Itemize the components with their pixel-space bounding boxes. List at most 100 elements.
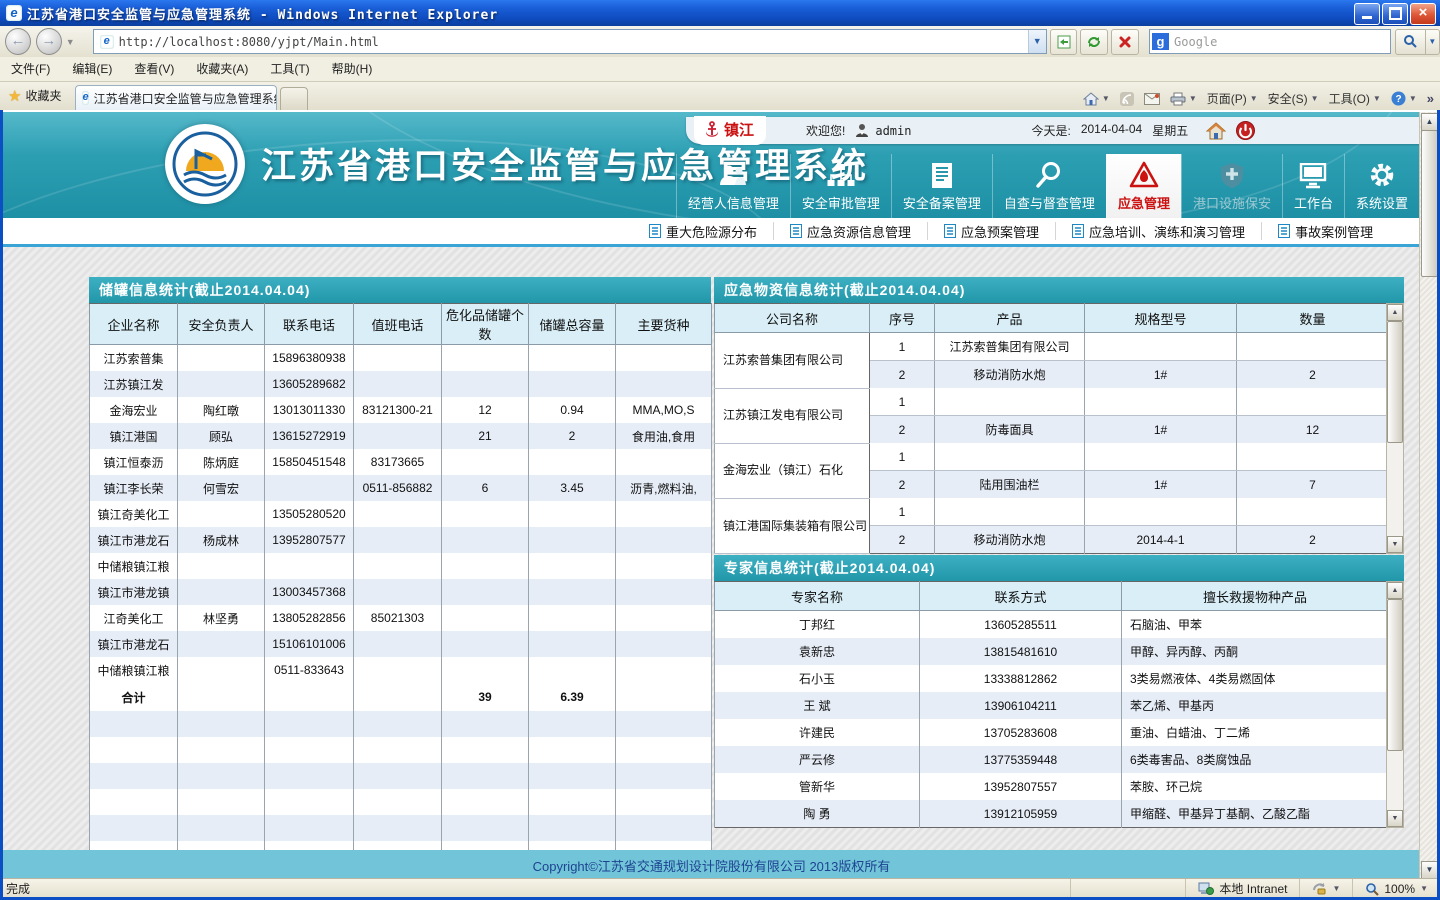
search-box[interactable]: g Google [1149,29,1391,54]
overflow-chevron-icon[interactable]: » [1427,91,1434,106]
scroll-down-icon[interactable]: ▼ [1387,536,1403,553]
url-text[interactable]: http://localhost:8080/yjpt/Main.html [119,35,1028,49]
scroll-up-icon[interactable]: ▲ [1421,113,1437,131]
forward-button[interactable]: → [36,28,62,55]
stop-button[interactable] [1111,29,1139,55]
cell-cargo: 食用油,食用 [616,423,712,449]
print-button[interactable]: ▼ [1170,92,1197,106]
page-menu-button[interactable]: 页面(P) ▼ [1207,90,1258,107]
experts-panel-title: 专家信息统计(截止2014.04.04) [714,555,1404,581]
table-row: 镇江市港龙镇 13003457368 [90,579,712,605]
cell-capacity [529,371,616,397]
nav-safety-approval[interactable]: 安全审批管理 [790,154,891,218]
menu-view[interactable]: 查看(V) [123,57,185,81]
home-button[interactable]: ▼ [1083,92,1110,106]
submenu-emergency-resources[interactable]: 应急资源信息管理 [774,222,928,240]
cell-products: 苯乙烯、甲基丙 [1122,692,1389,719]
protected-mode-button[interactable]: ▼ [1299,879,1352,898]
supplies-scrollbar[interactable]: ▲ ▼ [1386,303,1404,554]
cell-spec [1085,498,1237,526]
mail-button[interactable] [1144,93,1160,105]
compatibility-view-button[interactable] [1050,29,1078,55]
cell-spec [1085,388,1237,416]
browser-window: e 江苏省港口安全监管与应急管理系统 - Windows Internet Ex… [0,0,1440,900]
cell-tank-count [442,449,529,475]
tools-menu-button[interactable]: 工具(O) ▼ [1329,90,1381,107]
favorites-star-icon[interactable]: ★ [8,87,21,105]
cell-company: 江苏镇江发 [90,371,178,397]
search-dropdown-icon[interactable]: ▼ [1426,29,1440,55]
nav-system-settings[interactable]: 系统设置 [1344,154,1420,218]
scrollbar-thumb[interactable] [1387,321,1403,443]
nav-safety-filing[interactable]: 安全备案管理 [891,154,992,218]
table-row: 管新华 13952807557 苯胺、环己烷 [715,773,1389,800]
cell-seq: 1 [870,333,935,361]
nav-operator-info[interactable]: 经营人信息管理 [676,154,790,218]
address-dropdown-icon[interactable]: ▼ [1028,30,1046,53]
submenu-training-drills[interactable]: 应急培训、演练和演习管理 [1056,222,1262,240]
nav-self-inspection[interactable]: 自查与督查管理 [992,154,1106,218]
refresh-button[interactable] [1080,29,1108,55]
col-header: 主要货种 [616,304,712,345]
menu-favorites[interactable]: 收藏夹(A) [185,57,259,81]
submenu-emergency-plans[interactable]: 应急预案管理 [928,222,1056,240]
port-logo [165,124,245,204]
new-tab-stub[interactable] [280,87,308,110]
restore-button[interactable] [1382,3,1408,25]
address-bar[interactable]: e http://localhost:8080/yjpt/Main.html ▼ [93,29,1047,54]
page-scrollbar[interactable]: ▲ ▼ [1419,112,1437,880]
zoom-control[interactable]: 100% ▼ [1352,879,1440,898]
back-button[interactable]: ← [5,28,31,55]
zoom-dropdown-icon[interactable]: ▼ [1420,884,1428,893]
minimize-button[interactable] [1354,3,1380,25]
home-dropdown-icon[interactable]: ▼ [1102,94,1110,103]
table-row: 陶 勇 13912105959 甲缩醛、甲基异丁基酮、乙酸乙酯 [715,800,1389,828]
magnifier-icon [1035,159,1063,189]
feeds-button[interactable] [1120,92,1134,106]
nav-emergency-management[interactable]: 应急管理 [1106,154,1181,218]
scroll-down-icon[interactable]: ▼ [1387,810,1403,827]
cell-cargo [616,579,712,605]
refresh-icon [1086,34,1102,50]
cell-company: 江奇美化工 [90,605,178,631]
cell-spec: 1# [1085,471,1237,499]
home-shortcut-button[interactable] [1206,122,1226,140]
scrollbar-thumb[interactable] [1387,599,1403,751]
nav-workbench[interactable]: 工作台 [1282,154,1344,218]
protected-dropdown-icon[interactable]: ▼ [1332,884,1340,893]
scroll-up-icon[interactable]: ▲ [1387,582,1403,599]
cell-qty [1237,498,1389,526]
status-text: 完成 [0,880,1070,897]
page-footer: Copyright©江苏省交通规划设计院股份有限公司 2013版权所有 [3,850,1420,880]
col-header: 公司名称 [715,304,870,333]
menu-tools[interactable]: 工具(T) [259,57,320,81]
help-button[interactable]: ? ▼ [1391,91,1417,106]
cell-qty: 2 [1237,526,1389,554]
print-dropdown-icon[interactable]: ▼ [1189,94,1197,103]
cell-company: 镇江市港龙镇 [90,579,178,605]
operators-icon [718,159,748,189]
safety-menu-button[interactable]: 安全(S) ▼ [1268,90,1319,107]
menu-edit[interactable]: 编辑(E) [61,57,123,81]
nav-port-facility-security[interactable]: 港口设施保安 [1181,154,1282,218]
favorites-label[interactable]: 收藏夹 [25,87,61,104]
search-button[interactable] [1395,29,1426,55]
scroll-down-icon[interactable]: ▼ [1421,861,1437,879]
browser-tab[interactable]: e 江苏省港口安全监管与应急管理系统 [75,85,277,110]
menu-file[interactable]: 文件(F) [0,57,61,81]
history-dropdown-icon[interactable]: ▼ [66,37,75,47]
scrollbar-thumb[interactable] [1421,130,1437,277]
menu-help[interactable]: 帮助(H) [321,57,384,81]
empty-row [90,763,712,789]
submenu-hazard-distribution[interactable]: 重大危险源分布 [633,222,774,240]
cell-expert-name: 石小玉 [715,665,920,692]
cell-expert-name: 管新华 [715,773,920,800]
cell-officer: 何雪宏 [178,475,265,501]
nav-label: 应急管理 [1118,193,1170,212]
scroll-up-icon[interactable]: ▲ [1387,304,1403,321]
logout-button[interactable] [1236,121,1255,140]
submenu-accident-cases[interactable]: 事故案例管理 [1262,222,1389,240]
cell-company: 镇江奇美化工 [90,501,178,527]
experts-scrollbar[interactable]: ▲ ▼ [1386,581,1404,828]
close-button[interactable]: × [1410,3,1436,25]
